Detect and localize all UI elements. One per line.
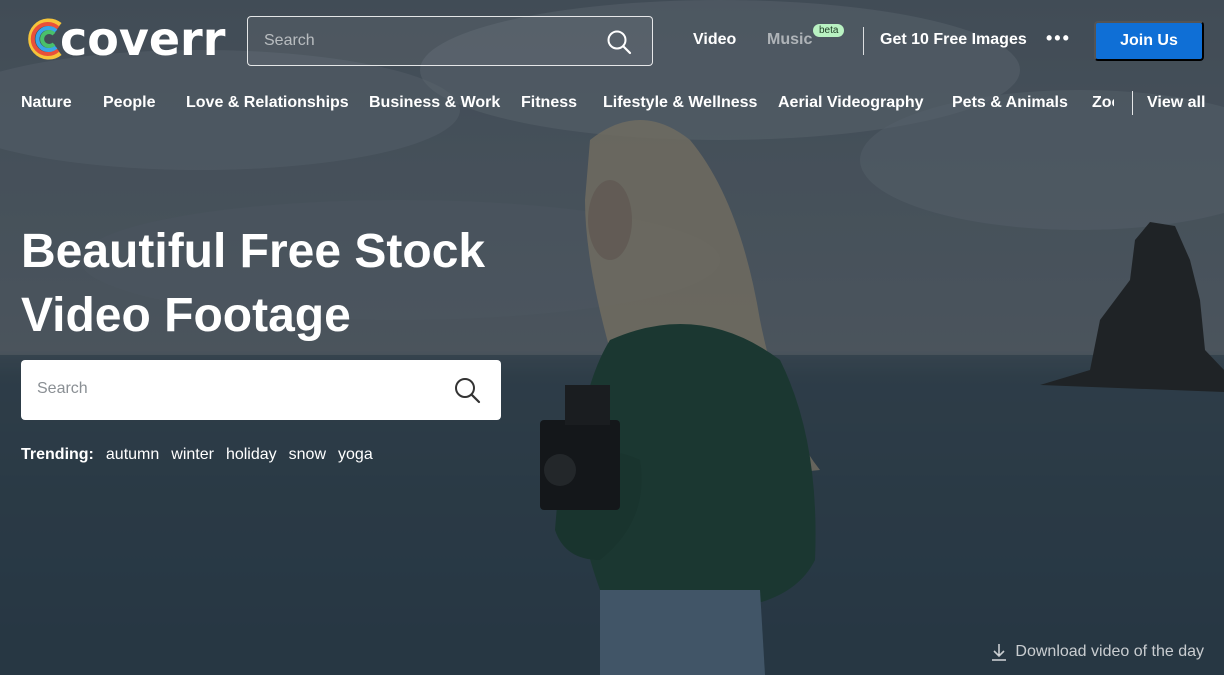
nav-video-link[interactable]: Video [693, 31, 736, 49]
logo-wordmark: coverr [60, 12, 226, 66]
view-all-link[interactable]: View all [1147, 94, 1205, 112]
trending-tag[interactable]: holiday [226, 446, 277, 464]
category-pets-animals[interactable]: Pets & Animals [952, 94, 1068, 112]
top-header: coverr Video Music beta Get 10 Free Imag… [0, 0, 1224, 82]
nav-divider [863, 27, 864, 55]
trending-tag[interactable]: snow [289, 446, 326, 464]
download-label: Download video of the day [1015, 643, 1204, 660]
hero-title-line-1: Beautiful Free Stock [21, 225, 486, 278]
category-bar: Nature People Love & Relationships Busin… [0, 88, 1224, 118]
join-us-button[interactable]: Join Us [1094, 21, 1204, 61]
category-fitness[interactable]: Fitness [521, 94, 577, 112]
nav-free-images-link[interactable]: Get 10 Free Images [880, 31, 1027, 49]
nav-music-link[interactable]: Music [767, 31, 812, 49]
trending-tags: Trending: autumn winter holiday snow yog… [21, 446, 385, 464]
category-aerial-videography[interactable]: Aerial Videography [778, 94, 924, 112]
header-search-box [247, 16, 653, 66]
search-icon[interactable] [606, 29, 632, 55]
hero-title-line-2: Video Footage [21, 289, 351, 342]
trending-label: Trending: [21, 446, 94, 463]
trending-tag[interactable]: yoga [338, 446, 373, 464]
hero-title: Beautiful Free Stock Video Footage [21, 220, 541, 348]
category-business-work[interactable]: Business & Work [369, 94, 500, 112]
hero-search-input[interactable] [37, 360, 437, 418]
category-zoo[interactable]: Zoo [1092, 94, 1114, 112]
search-icon[interactable] [453, 376, 481, 404]
download-icon [992, 644, 1007, 661]
hero-search-box [21, 360, 501, 420]
coverr-logo[interactable]: coverr [22, 14, 225, 64]
header-search-input[interactable] [264, 17, 584, 65]
category-nature[interactable]: Nature [21, 94, 72, 112]
trending-tag[interactable]: winter [171, 446, 214, 464]
category-lifestyle-wellness[interactable]: Lifestyle & Wellness [603, 94, 757, 112]
download-video-of-the-day-link[interactable]: Download video of the day [989, 642, 1204, 662]
beta-badge: beta [813, 24, 845, 37]
more-dots-icon[interactable]: ••• [1046, 28, 1071, 49]
category-overflow-clip: Zoo [1092, 88, 1114, 118]
category-divider [1132, 91, 1133, 115]
category-love-relationships[interactable]: Love & Relationships [186, 94, 349, 112]
trending-tag[interactable]: autumn [106, 446, 159, 464]
logo-icon [28, 18, 62, 60]
category-people[interactable]: People [103, 94, 155, 112]
